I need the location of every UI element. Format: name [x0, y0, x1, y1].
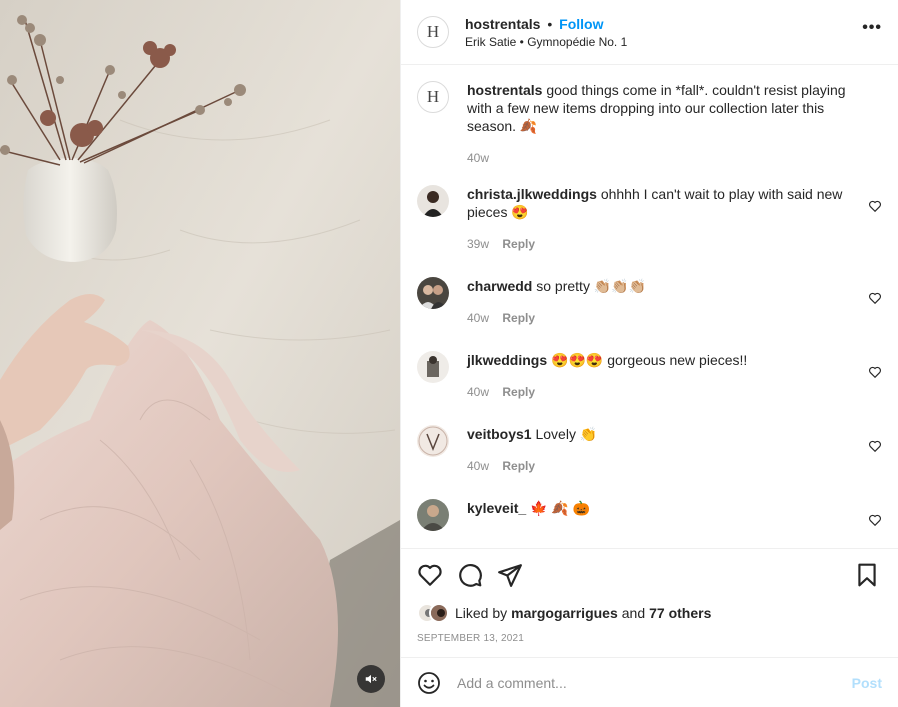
like-comment-icon[interactable]: [868, 513, 882, 527]
comment-text: so pretty 👏🏼👏🏼👏🏼: [536, 278, 647, 294]
follow-button[interactable]: Follow: [559, 16, 603, 32]
caption-username[interactable]: hostrentals: [467, 82, 542, 98]
comment-username[interactable]: kyleveit_: [467, 500, 526, 516]
post-header: H hostrentals • Follow Erik Satie • Gymn…: [401, 0, 898, 65]
comment-username[interactable]: charwedd: [467, 278, 532, 294]
liker-username[interactable]: margogarrigues: [511, 605, 618, 621]
post-button[interactable]: Post: [852, 675, 882, 691]
avatar[interactable]: [417, 425, 449, 457]
video-frame: [0, 0, 400, 707]
reply-button[interactable]: Reply: [502, 237, 535, 251]
emoji-icon[interactable]: [417, 671, 441, 695]
comment-input[interactable]: [457, 674, 852, 691]
comment: jlkweddings 😍😍😍 gorgeous new pieces!! 40…: [417, 351, 882, 425]
comment: veitboys1 Lovely 👏 40w Reply: [417, 425, 882, 499]
comment-icon[interactable]: [457, 562, 483, 588]
bookmark-icon[interactable]: [854, 562, 880, 588]
like-comment-icon[interactable]: [868, 199, 882, 213]
comment-age[interactable]: 39w: [467, 237, 489, 251]
avatar[interactable]: [417, 351, 449, 383]
liker-avatar: [429, 603, 449, 623]
separator-dot: •: [547, 16, 553, 32]
author-avatar[interactable]: H: [417, 16, 449, 48]
comment-age[interactable]: 40w: [467, 311, 489, 325]
comments-list[interactable]: H hostrentals good things come in *fall*…: [401, 65, 898, 548]
comment-username[interactable]: veitboys1: [467, 426, 532, 442]
audio-track[interactable]: Erik Satie • Gymnopédie No. 1: [465, 35, 627, 49]
mute-icon: [365, 674, 377, 684]
post-side-panel: H hostrentals • Follow Erik Satie • Gymn…: [400, 0, 898, 707]
author-username[interactable]: hostrentals: [465, 16, 540, 32]
comment-username[interactable]: christa.jlkweddings: [467, 186, 597, 202]
comment-username[interactable]: jlkweddings: [467, 352, 547, 368]
comment: kyleveit_ 🍁 🍂 🎃: [417, 499, 882, 539]
comment-age[interactable]: 40w: [467, 459, 489, 473]
comment-text: Lovely 👏: [535, 426, 598, 442]
reply-button[interactable]: Reply: [502, 311, 535, 325]
caption-avatar[interactable]: H: [417, 81, 449, 113]
reply-button[interactable]: Reply: [502, 459, 535, 473]
share-icon[interactable]: [497, 562, 523, 588]
caption-age[interactable]: 40w: [467, 151, 489, 165]
like-comment-icon[interactable]: [868, 291, 882, 305]
avatar[interactable]: [417, 185, 449, 217]
like-comment-icon[interactable]: [868, 439, 882, 453]
comment: charwedd so pretty 👏🏼👏🏼👏🏼 40w Reply: [417, 277, 882, 351]
caption: H hostrentals good things come in *fall*…: [417, 81, 882, 181]
post-video[interactable]: [0, 0, 400, 707]
comment-text: 😍😍😍 gorgeous new pieces!!: [551, 352, 748, 368]
reply-button[interactable]: Reply: [502, 385, 535, 399]
comment: christa.jlkweddings ohhhh I can't wait t…: [417, 185, 882, 259]
comment-age[interactable]: 40w: [467, 385, 489, 399]
avatar[interactable]: [417, 277, 449, 309]
instagram-post: H hostrentals • Follow Erik Satie • Gymn…: [0, 0, 898, 707]
comment-text: 🍁 🍂 🎃: [530, 500, 591, 516]
mute-button[interactable]: [357, 665, 385, 693]
heart-icon[interactable]: [417, 562, 443, 588]
likes-others[interactable]: 77 others: [649, 605, 711, 621]
likes-prefix: Liked by: [455, 605, 508, 621]
likes-summary: Liked by margogarrigues and 77 others: [417, 601, 882, 625]
add-comment-bar: Post: [401, 657, 898, 707]
like-comment-icon[interactable]: [868, 365, 882, 379]
avatar[interactable]: [417, 499, 449, 531]
more-options-icon[interactable]: •••: [862, 20, 882, 36]
likes-joiner: and: [621, 605, 646, 621]
post-actions: Liked by margogarrigues and 77 others SE…: [401, 548, 898, 657]
post-date[interactable]: SEPTEMBER 13, 2021: [417, 633, 882, 657]
